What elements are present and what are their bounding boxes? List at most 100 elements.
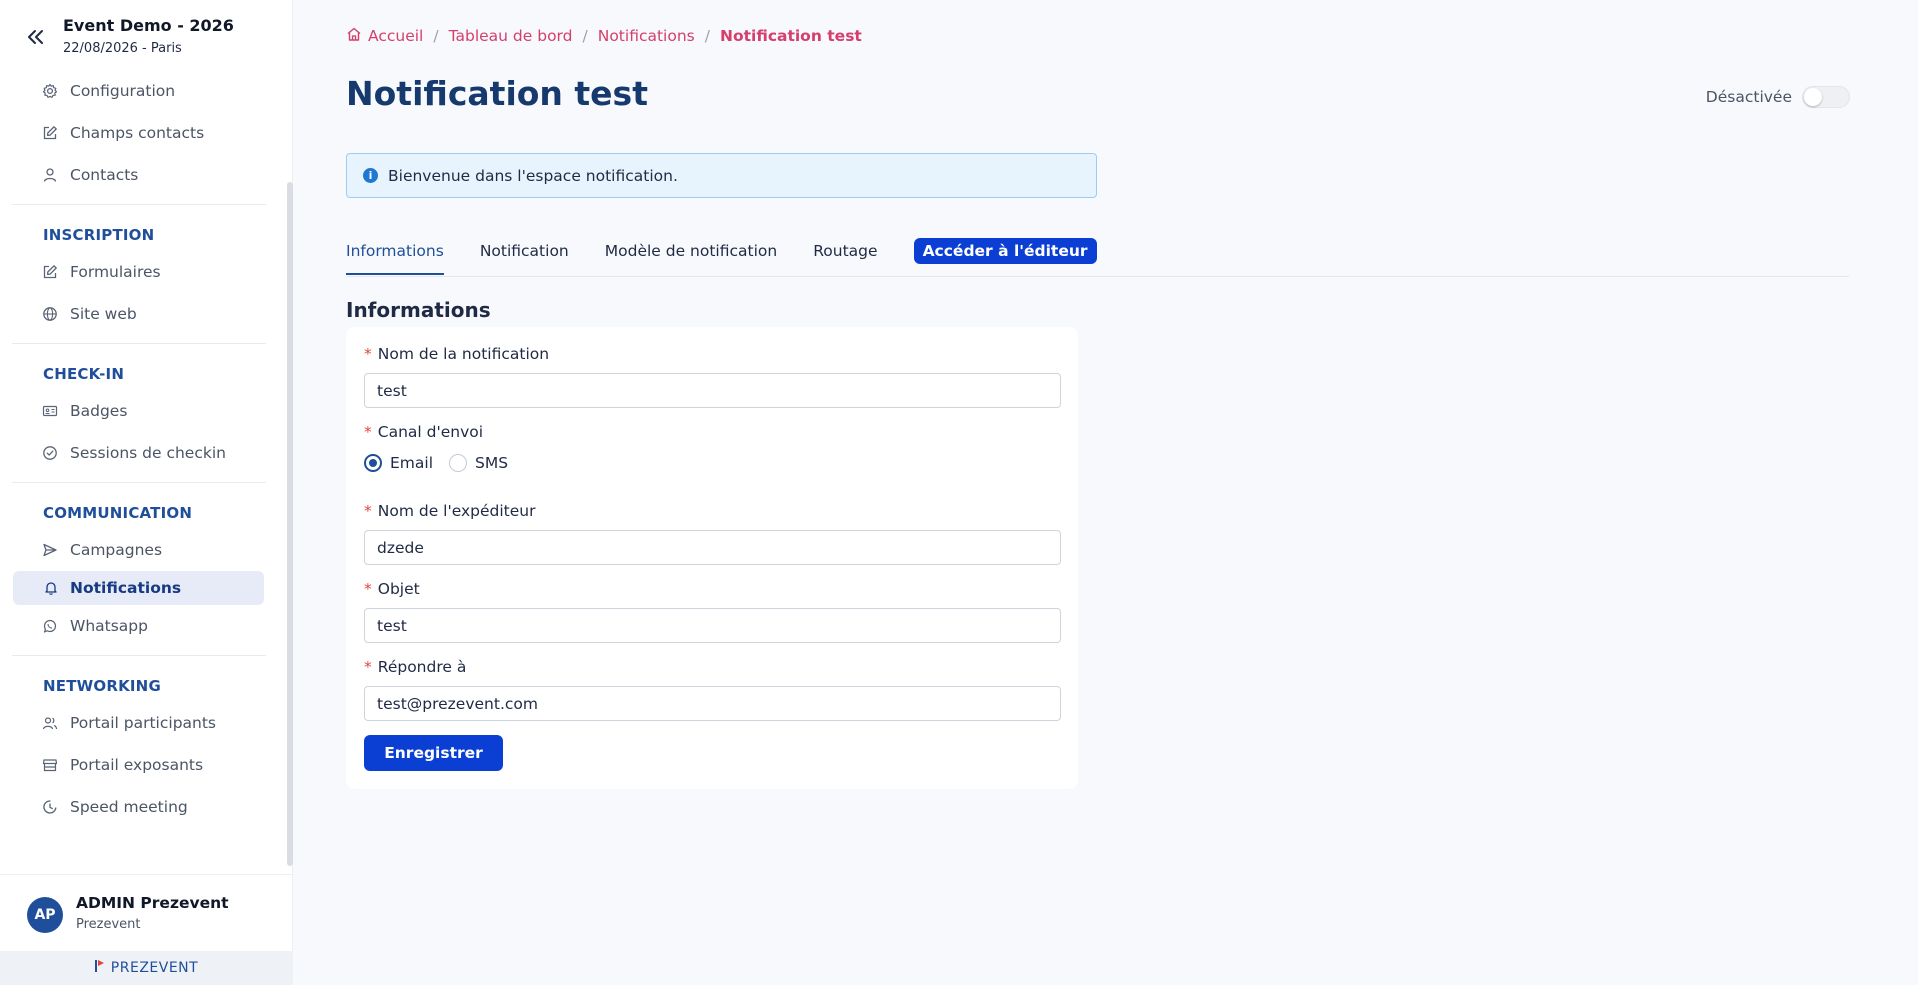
- field-label-text: Nom de la notification: [377, 345, 550, 363]
- whatsapp-icon: [42, 618, 58, 634]
- user-profile[interactable]: AP ADMIN Prezevent Prezevent: [0, 874, 293, 954]
- required-mark: *: [364, 345, 372, 363]
- sidebar-item-label: Notifications: [70, 579, 182, 597]
- status-toggle[interactable]: [1802, 86, 1850, 108]
- sidebar-item-configuration[interactable]: Configuration: [0, 70, 280, 112]
- sidebar-item-campagnes[interactable]: Campagnes: [0, 529, 280, 571]
- field-notification-name: * Nom de la notification: [364, 345, 1061, 408]
- tab-routage[interactable]: Routage: [813, 236, 877, 274]
- sender-name-input[interactable]: [364, 530, 1061, 565]
- field-label-text: Répondre à: [377, 658, 467, 676]
- breadcrumb-dashboard[interactable]: Tableau de bord: [449, 27, 573, 45]
- field-subject: * Objet: [364, 580, 1061, 643]
- divider: [12, 482, 266, 483]
- field-label: * Répondre à: [364, 658, 1061, 680]
- info-alert: i Bienvenue dans l'espace notification.: [346, 153, 1097, 198]
- field-label: * Objet: [364, 580, 1061, 602]
- required-mark: *: [364, 580, 372, 598]
- reply-to-input[interactable]: [364, 686, 1061, 721]
- status-toggle-label: Désactivée: [1705, 88, 1792, 106]
- sidebar-item-label: Formulaires: [70, 263, 161, 281]
- section-title-inscription: INSCRIPTION: [43, 226, 155, 244]
- divider: [12, 343, 266, 344]
- bell-icon: [43, 580, 59, 596]
- sidebar-item-label: Champs contacts: [70, 124, 205, 142]
- breadcrumb-notifications[interactable]: Notifications: [598, 27, 695, 45]
- sidebar-item-label: Campagnes: [70, 541, 163, 559]
- sidebar-item-site-web[interactable]: Site web: [0, 293, 280, 335]
- field-label: * Canal d'envoi: [364, 423, 1061, 445]
- sidebar-item-sessions-checkin[interactable]: Sessions de checkin: [0, 432, 280, 474]
- user-organization: Prezevent: [76, 917, 141, 932]
- gear-icon: [42, 83, 58, 99]
- subject-input[interactable]: [364, 608, 1061, 643]
- field-label-text: Nom de l'expéditeur: [377, 502, 536, 520]
- user-name: ADMIN Prezevent: [76, 894, 229, 912]
- clock-icon: [42, 799, 58, 815]
- brand-name: PREZEVENT: [110, 960, 199, 976]
- tab-modele-notification[interactable]: Modèle de notification: [605, 236, 777, 274]
- event-date-location: 22/08/2026 - Paris: [63, 41, 182, 56]
- info-alert-text: Bienvenue dans l'espace notification.: [388, 166, 678, 185]
- radio-checked-icon: [364, 454, 382, 472]
- sidebar-item-portail-exposants[interactable]: Portail exposants: [0, 744, 280, 786]
- section-title-networking: NETWORKING: [43, 677, 161, 695]
- avatar[interactable]: AP: [27, 897, 63, 933]
- sidebar-item-label: Badges: [70, 402, 128, 420]
- globe-icon: [42, 306, 58, 322]
- channel-email-radio[interactable]: Email: [364, 454, 433, 472]
- collapse-sidebar-icon[interactable]: [22, 24, 50, 50]
- breadcrumb-home-label: Accueil: [368, 27, 424, 45]
- radio-unchecked-icon: [449, 454, 468, 472]
- sidebar-item-speed-meeting[interactable]: Speed meeting: [0, 786, 280, 828]
- breadcrumb-separator: /: [433, 27, 439, 45]
- tab-notification[interactable]: Notification: [480, 236, 569, 274]
- notification-name-input[interactable]: [364, 373, 1061, 408]
- brand-footer: PREZEVENT: [0, 951, 293, 985]
- sidebar-item-contacts[interactable]: Contacts: [0, 154, 280, 196]
- field-reply-to: * Répondre à: [364, 658, 1061, 721]
- sidebar-item-label: Whatsapp: [70, 617, 148, 635]
- sidebar-item-label: Sessions de checkin: [70, 444, 226, 462]
- required-mark: *: [364, 423, 372, 441]
- home-icon: [346, 26, 362, 46]
- sidebar-item-label: Portail exposants: [70, 756, 204, 774]
- save-button[interactable]: Enregistrer: [364, 735, 503, 771]
- breadcrumb-separator: /: [704, 27, 710, 45]
- breadcrumb-separator: /: [582, 27, 588, 45]
- tab-informations[interactable]: Informations: [346, 236, 444, 275]
- section-title-check-in: CHECK-IN: [43, 365, 125, 383]
- channel-sms-radio[interactable]: SMS: [449, 454, 508, 472]
- edit-icon: [42, 125, 58, 141]
- divider: [12, 204, 266, 205]
- check-circle-icon: [42, 445, 58, 461]
- sidebar-item-portail-participants[interactable]: Portail participants: [0, 702, 280, 744]
- sidebar-item-notifications[interactable]: Notifications: [13, 571, 264, 605]
- field-label: * Nom de l'expéditeur: [364, 502, 1061, 524]
- open-editor-button[interactable]: Accéder à l'éditeur: [913, 238, 1097, 264]
- sidebar-item-label: Site web: [70, 305, 137, 323]
- page-title: Notification test: [346, 74, 648, 113]
- status-toggle-group: Désactivée: [1706, 86, 1850, 108]
- sidebar-item-badges[interactable]: Badges: [0, 390, 280, 432]
- sidebar-item-whatsapp[interactable]: Whatsapp: [0, 605, 280, 647]
- field-label-text: Objet: [377, 580, 420, 598]
- field-label: * Nom de la notification: [364, 345, 1061, 367]
- users-icon: [42, 715, 58, 731]
- toggle-knob: [1804, 88, 1822, 106]
- required-mark: *: [364, 658, 372, 676]
- sidebar-item-label: Configuration: [70, 82, 176, 100]
- sidebar-nav: Configuration Champs contacts Contacts I…: [0, 70, 280, 828]
- required-mark: *: [364, 502, 372, 520]
- radio-label: Email: [390, 454, 434, 472]
- sidebar: Event Demo - 2026 22/08/2026 - Paris Con…: [0, 0, 293, 985]
- sidebar-item-formulaires[interactable]: Formulaires: [0, 251, 280, 293]
- sidebar-item-champs-contacts[interactable]: Champs contacts: [0, 112, 280, 154]
- event-header: Event Demo - 2026 22/08/2026 - Paris: [0, 0, 293, 64]
- sidebar-item-label: Contacts: [70, 166, 139, 184]
- field-channel: * Canal d'envoi Email SMS: [364, 423, 1061, 472]
- informations-form: * Nom de la notification * Canal d'envoi E…: [346, 327, 1078, 789]
- breadcrumb-current: Notification test: [719, 27, 862, 45]
- breadcrumb-home[interactable]: Accueil: [346, 26, 423, 46]
- prezevent-logo-icon: [94, 959, 105, 977]
